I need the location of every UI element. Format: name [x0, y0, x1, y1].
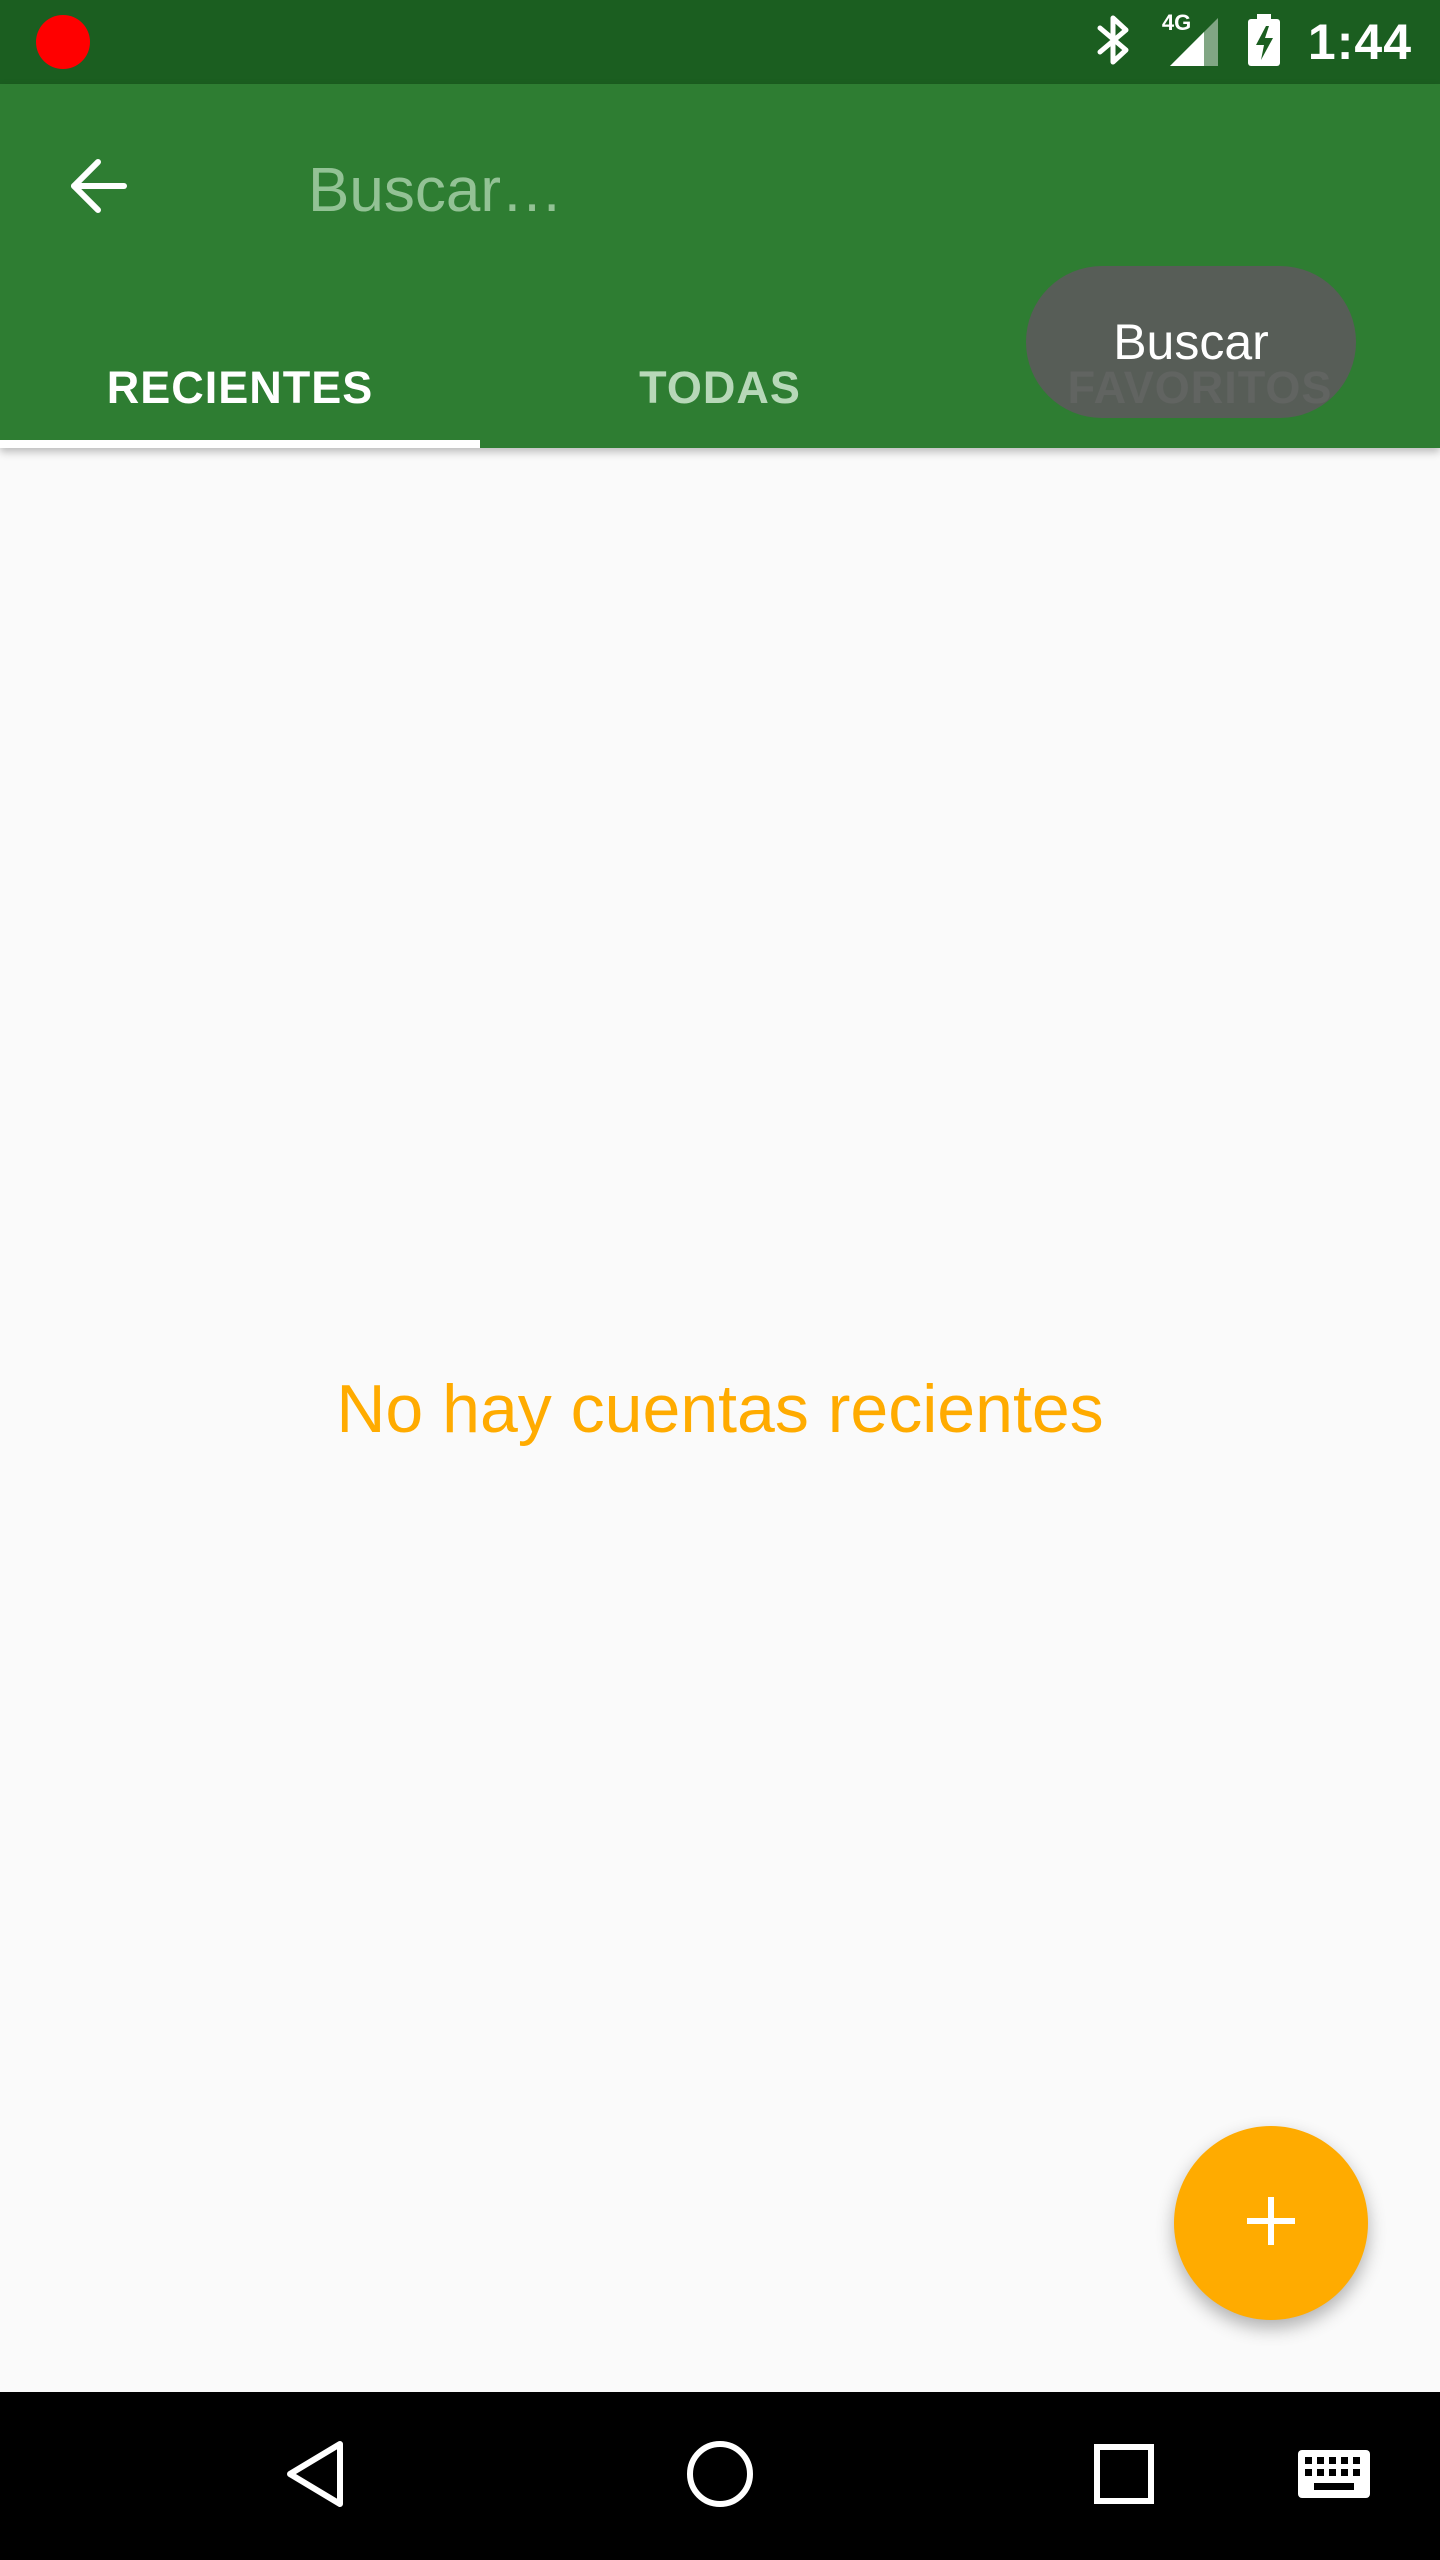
add-account-button[interactable] — [1174, 2126, 1368, 2320]
screen: 4G 1:44 RECIENTES TOD — [0, 0, 1440, 2560]
back-button[interactable] — [50, 140, 146, 236]
arrow-left-icon — [66, 154, 130, 223]
nav-recents-button[interactable] — [1044, 2392, 1204, 2560]
keyboard-icon — [1298, 2449, 1370, 2503]
search-tooltip: Buscar — [1026, 266, 1356, 418]
back-triangle-icon — [284, 2438, 348, 2515]
record-dot-icon — [36, 15, 90, 69]
nav-home-button[interactable] — [640, 2392, 800, 2560]
nav-keyboard-button[interactable] — [1254, 2392, 1414, 2560]
navigation-bar — [0, 2392, 1440, 2560]
recents-square-icon — [1092, 2442, 1156, 2511]
status-icons: 4G 1:44 — [1094, 0, 1412, 84]
network-type-label: 4G — [1161, 10, 1192, 35]
bluetooth-icon — [1094, 12, 1134, 73]
status-bar: 4G 1:44 — [0, 0, 1440, 84]
clock: 1:44 — [1307, 14, 1412, 70]
plus-icon — [1243, 2193, 1299, 2254]
battery-charging-icon — [1246, 12, 1282, 73]
tab-recientes[interactable]: RECIENTES — [0, 328, 480, 448]
search-input[interactable] — [308, 140, 1358, 240]
signal-4g-icon: 4G — [1160, 10, 1220, 70]
home-circle-icon — [685, 2439, 755, 2514]
tab-todas[interactable]: TODAS — [480, 328, 960, 448]
empty-state-message: No hay cuentas recientes — [336, 1371, 1104, 1447]
tab-indicator — [0, 440, 480, 448]
nav-back-button[interactable] — [236, 2392, 396, 2560]
